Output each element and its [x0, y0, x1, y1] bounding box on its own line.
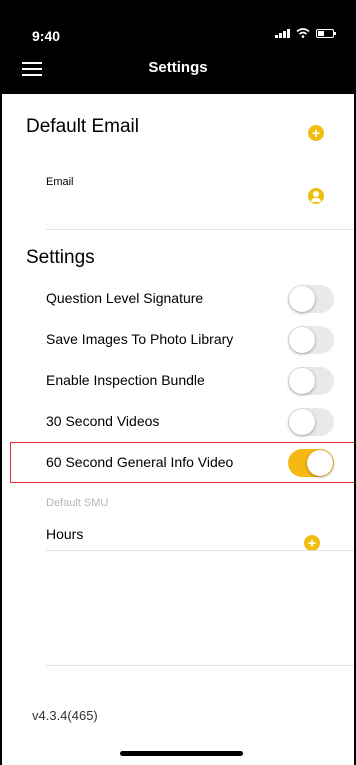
30-second-videos-toggle[interactable]: [288, 408, 334, 436]
cellular-signal-icon: [275, 28, 290, 38]
email-divider: [46, 229, 354, 230]
60-second-general-info-video-toggle[interactable]: [288, 449, 334, 477]
setting-row-question-level-signature: Question Level Signature: [2, 278, 354, 319]
email-field-label: Email: [46, 176, 74, 188]
setting-row-inspection-bundle: Enable Inspection Bundle: [2, 360, 354, 401]
app-version: v4.3.4(465): [32, 708, 98, 723]
add-email-plus-icon[interactable]: +: [308, 125, 324, 141]
setting-label: Save Images To Photo Library: [46, 331, 234, 347]
wifi-icon: [296, 28, 310, 38]
footer-divider: [46, 665, 354, 666]
email-contact-person-icon[interactable]: [308, 188, 324, 204]
settings-screen: 9:40 Settings Default Email + Email Sett…: [0, 0, 356, 765]
setting-label: 60 Second General Info Video: [46, 454, 234, 470]
setting-row-save-images: Save Images To Photo Library: [2, 319, 354, 360]
top-bar: 9:40 Settings: [2, 0, 354, 94]
status-indicators: [275, 28, 336, 38]
setting-row-60-second-general-info-video: 60 Second General Info Video: [2, 442, 354, 483]
settings-heading: Settings: [26, 247, 95, 268]
save-images-toggle[interactable]: [288, 326, 334, 354]
default-email-heading: Default Email: [26, 116, 139, 137]
status-time: 9:40: [32, 28, 61, 44]
setting-label: Enable Inspection Bundle: [46, 372, 205, 388]
default-smu-plus-icon[interactable]: +: [304, 535, 320, 551]
setting-label: Question Level Signature: [46, 290, 204, 306]
inspection-bundle-toggle[interactable]: [288, 367, 334, 395]
setting-label: 30 Second Videos: [46, 413, 160, 429]
smu-divider: [46, 550, 354, 551]
home-indicator[interactable]: [120, 751, 243, 756]
question-level-signature-toggle[interactable]: [288, 285, 334, 313]
default-smu-value[interactable]: Hours: [46, 526, 83, 542]
setting-row-30-second-videos: 30 Second Videos: [2, 401, 354, 442]
default-smu-label: Default SMU: [46, 497, 109, 509]
page-title: Settings: [148, 59, 208, 76]
battery-icon: [316, 28, 336, 38]
